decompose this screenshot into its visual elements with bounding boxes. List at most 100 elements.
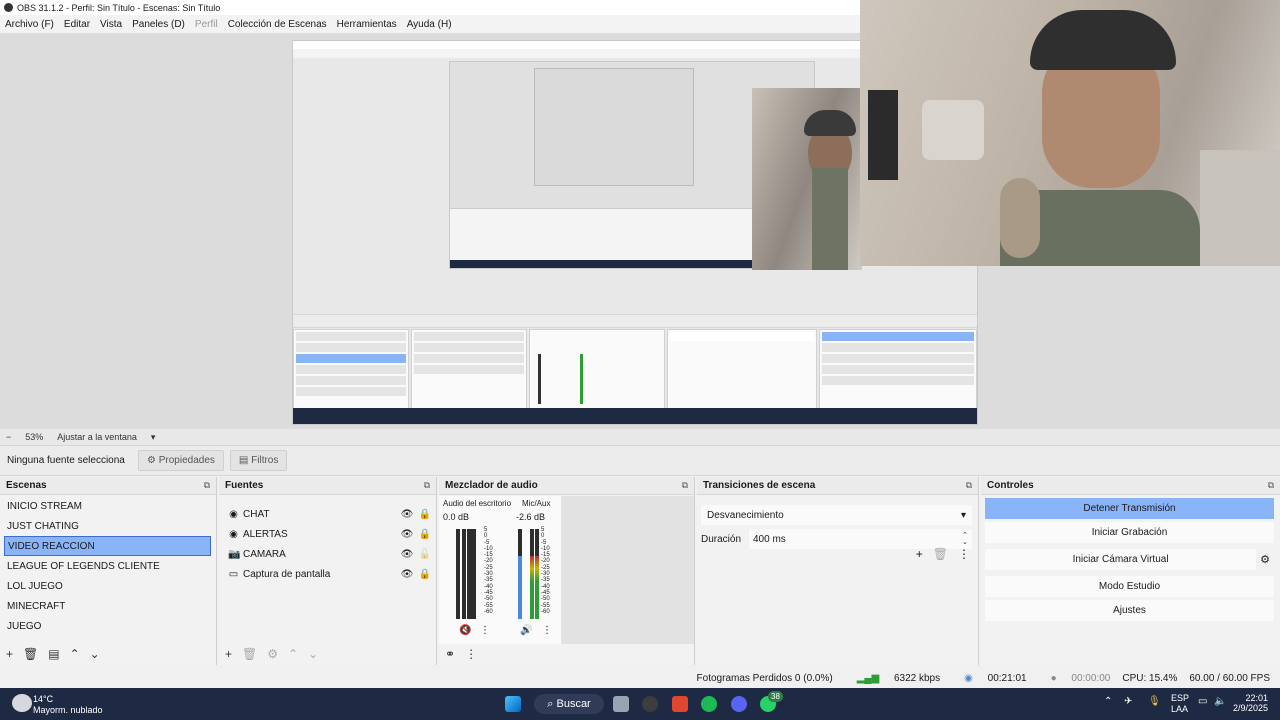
link-icon[interactable]: ⚭ — [445, 647, 455, 661]
lock-icon[interactable]: 🔒 — [418, 529, 432, 540]
source-item[interactable]: ◉ ALERTAS 👁 🔒 — [219, 524, 436, 544]
scene-item[interactable]: LOL JUEGO — [0, 576, 216, 596]
scene-item[interactable]: MINECRAFT — [0, 596, 216, 616]
speaker-muted-icon[interactable]: 🔇 — [459, 625, 471, 636]
lock-icon[interactable]: 🔒 — [418, 509, 432, 520]
cpu-usage: CPU: 15.4% — [1122, 672, 1178, 684]
channel-db: -2.6 dB — [516, 512, 546, 522]
zoom-out-button[interactable]: − — [6, 432, 11, 442]
spin-arrows-icon[interactable]: ⌃ ⌄ — [962, 532, 968, 546]
obs-app-icon[interactable] — [642, 696, 658, 712]
microphone-icon[interactable]: 🎙 — [1148, 696, 1161, 707]
taskbar-search[interactable]: ⌕ Buscar — [534, 694, 604, 714]
duration-spinbox[interactable]: 400 ms ⌃ ⌄ — [749, 529, 972, 549]
more-icon[interactable]: ⋮ — [480, 625, 490, 636]
volume-slider[interactable] — [467, 529, 476, 619]
menu-archivo[interactable]: Archivo (F) — [5, 19, 54, 30]
source-item[interactable]: 📷 CAMARA 👁 🔓 — [219, 544, 436, 564]
brave-app-icon[interactable] — [672, 696, 688, 712]
trash-icon[interactable]: 🗑 — [23, 647, 38, 661]
scene-item[interactable]: LEAGUE OF LEGENDS CLIENTE — [0, 556, 216, 576]
eye-icon[interactable]: 👁 — [400, 529, 414, 540]
input-region[interactable]: LAA — [1171, 704, 1188, 714]
chevron-up-icon[interactable]: ⌃ — [288, 647, 298, 661]
trash-icon[interactable]: 🗑 — [242, 647, 257, 661]
controls-title: Controles — [987, 480, 1034, 491]
unlock-icon[interactable]: 🔓 — [418, 549, 432, 560]
start-virtual-camera-button[interactable]: Iniciar Cámara Virtual — [985, 549, 1257, 570]
stop-stream-button[interactable]: Detener Transmisión — [985, 498, 1274, 519]
more-icon[interactable]: ⋮ — [542, 625, 552, 636]
browser-icon: ◉ — [229, 528, 238, 540]
popout-icon[interactable]: ⧉ — [966, 480, 972, 491]
source-item[interactable]: ◉ CHAT 👁 🔒 — [219, 504, 436, 524]
start-recording-button[interactable]: Iniciar Grabación — [985, 522, 1274, 543]
popout-icon[interactable]: ⧉ — [424, 480, 430, 491]
chevron-down-icon[interactable]: ▾ — [151, 432, 156, 443]
transition-select[interactable]: Desvanecimiento ▾ — [701, 505, 972, 525]
chevron-down-icon[interactable]: ⌄ — [308, 647, 318, 661]
eye-icon[interactable]: 👁 — [400, 569, 414, 580]
popout-icon[interactable]: ⧉ — [682, 480, 688, 491]
scene-item[interactable]: INICIO STREAM — [0, 496, 216, 516]
chevron-down-icon[interactable]: ⌄ — [90, 647, 100, 661]
filters-button[interactable]: ▤ Filtros — [229, 450, 288, 471]
filter-icon: ▤ — [238, 455, 252, 466]
eye-icon[interactable]: 👁 — [400, 509, 414, 520]
webcam-overlay — [860, 0, 1280, 266]
add-icon[interactable]: + — [6, 647, 13, 661]
clock-date: 2/9/2025 — [1232, 703, 1268, 713]
input-lang[interactable]: ESP — [1171, 693, 1189, 703]
menu-paneles[interactable]: Paneles (D) — [132, 19, 185, 30]
settings-app-icon[interactable] — [613, 696, 629, 712]
db-scale: 5 0 -5 -10 -15 -20 -25 -30 -35 -40 -45 -50 -55 -60 — [484, 527, 493, 615]
settings-button[interactable]: Ajustes — [985, 600, 1274, 621]
menu-ayuda[interactable]: Ayuda (H) — [407, 19, 452, 30]
volume-icon[interactable]: 🔈 — [1214, 696, 1226, 707]
rec-time: ● 00:00:00 — [1050, 672, 1111, 684]
discord-app-icon[interactable] — [731, 696, 747, 712]
display-icon[interactable]: ▭ — [1198, 696, 1207, 707]
lock-icon[interactable]: 🔒 — [418, 569, 432, 580]
clock[interactable]: 22:01 2/9/2025 — [1233, 693, 1268, 713]
scenes-dock: Escenas ⧉ INICIO STREAM JUST CHATING VIDE… — [0, 477, 217, 665]
scene-item[interactable]: JUEGO — [0, 616, 216, 636]
eye-icon[interactable]: 👁 — [400, 549, 414, 560]
gear-icon[interactable]: ⚙ — [267, 647, 278, 661]
menu-editar[interactable]: Editar — [64, 19, 90, 30]
stream-icon: ◉ — [964, 672, 976, 684]
menu-coleccion-escenas[interactable]: Colección de Escenas — [228, 19, 327, 30]
scene-item[interactable]: JUST CHATING — [0, 516, 216, 536]
add-icon[interactable]: + — [916, 547, 923, 561]
notification-badge: 38 — [768, 691, 783, 702]
tray-chevron-up-icon[interactable]: ⌃ — [1104, 696, 1112, 707]
network-off-icon[interactable]: ✈ — [1124, 696, 1132, 707]
scene-item-selected[interactable]: VIDEO REACCION — [4, 536, 211, 556]
weather-temp[interactable]: 14°C — [33, 694, 53, 704]
menu-herramientas[interactable]: Herramientas — [337, 19, 397, 30]
popout-icon[interactable]: ⧉ — [204, 480, 210, 491]
properties-button[interactable]: ⚙ Propiedades — [138, 450, 224, 471]
more-icon[interactable]: ⋮ — [958, 547, 970, 561]
window-title: OBS 31.1.2 - Perfil: Sin Título - Escena… — [17, 2, 221, 13]
clock-time: 22:01 — [1245, 693, 1268, 703]
rec-icon: ● — [1050, 672, 1060, 684]
chevron-up-icon[interactable]: ⌃ — [70, 647, 80, 661]
channel-db: 0.0 dB — [443, 512, 470, 522]
filter-icon[interactable]: ▤ — [48, 647, 59, 661]
gear-icon[interactable]: ⚙ — [1260, 553, 1270, 566]
add-icon[interactable]: + — [225, 647, 232, 661]
studio-mode-button[interactable]: Modo Estudio — [985, 576, 1274, 597]
menu-vista[interactable]: Vista — [100, 19, 122, 30]
menu-perfil[interactable]: Perfil — [195, 19, 218, 30]
source-item[interactable]: ▭ Captura de pantalla 👁 🔒 — [219, 564, 436, 584]
speaker-icon[interactable]: 🔊 — [520, 625, 532, 636]
spotify-app-icon[interactable] — [701, 696, 717, 712]
trash-icon[interactable]: 🗑 — [933, 547, 948, 561]
db-tick-label: -35 — [541, 577, 550, 584]
weather-desc[interactable]: Mayorm. nublado — [33, 705, 103, 715]
popout-icon[interactable]: ⧉ — [1268, 480, 1274, 491]
windows-start-icon[interactable] — [505, 696, 521, 712]
more-icon[interactable]: ⋮ — [465, 647, 477, 661]
zoom-fit-select[interactable]: Ajustar a la ventana — [57, 432, 137, 442]
